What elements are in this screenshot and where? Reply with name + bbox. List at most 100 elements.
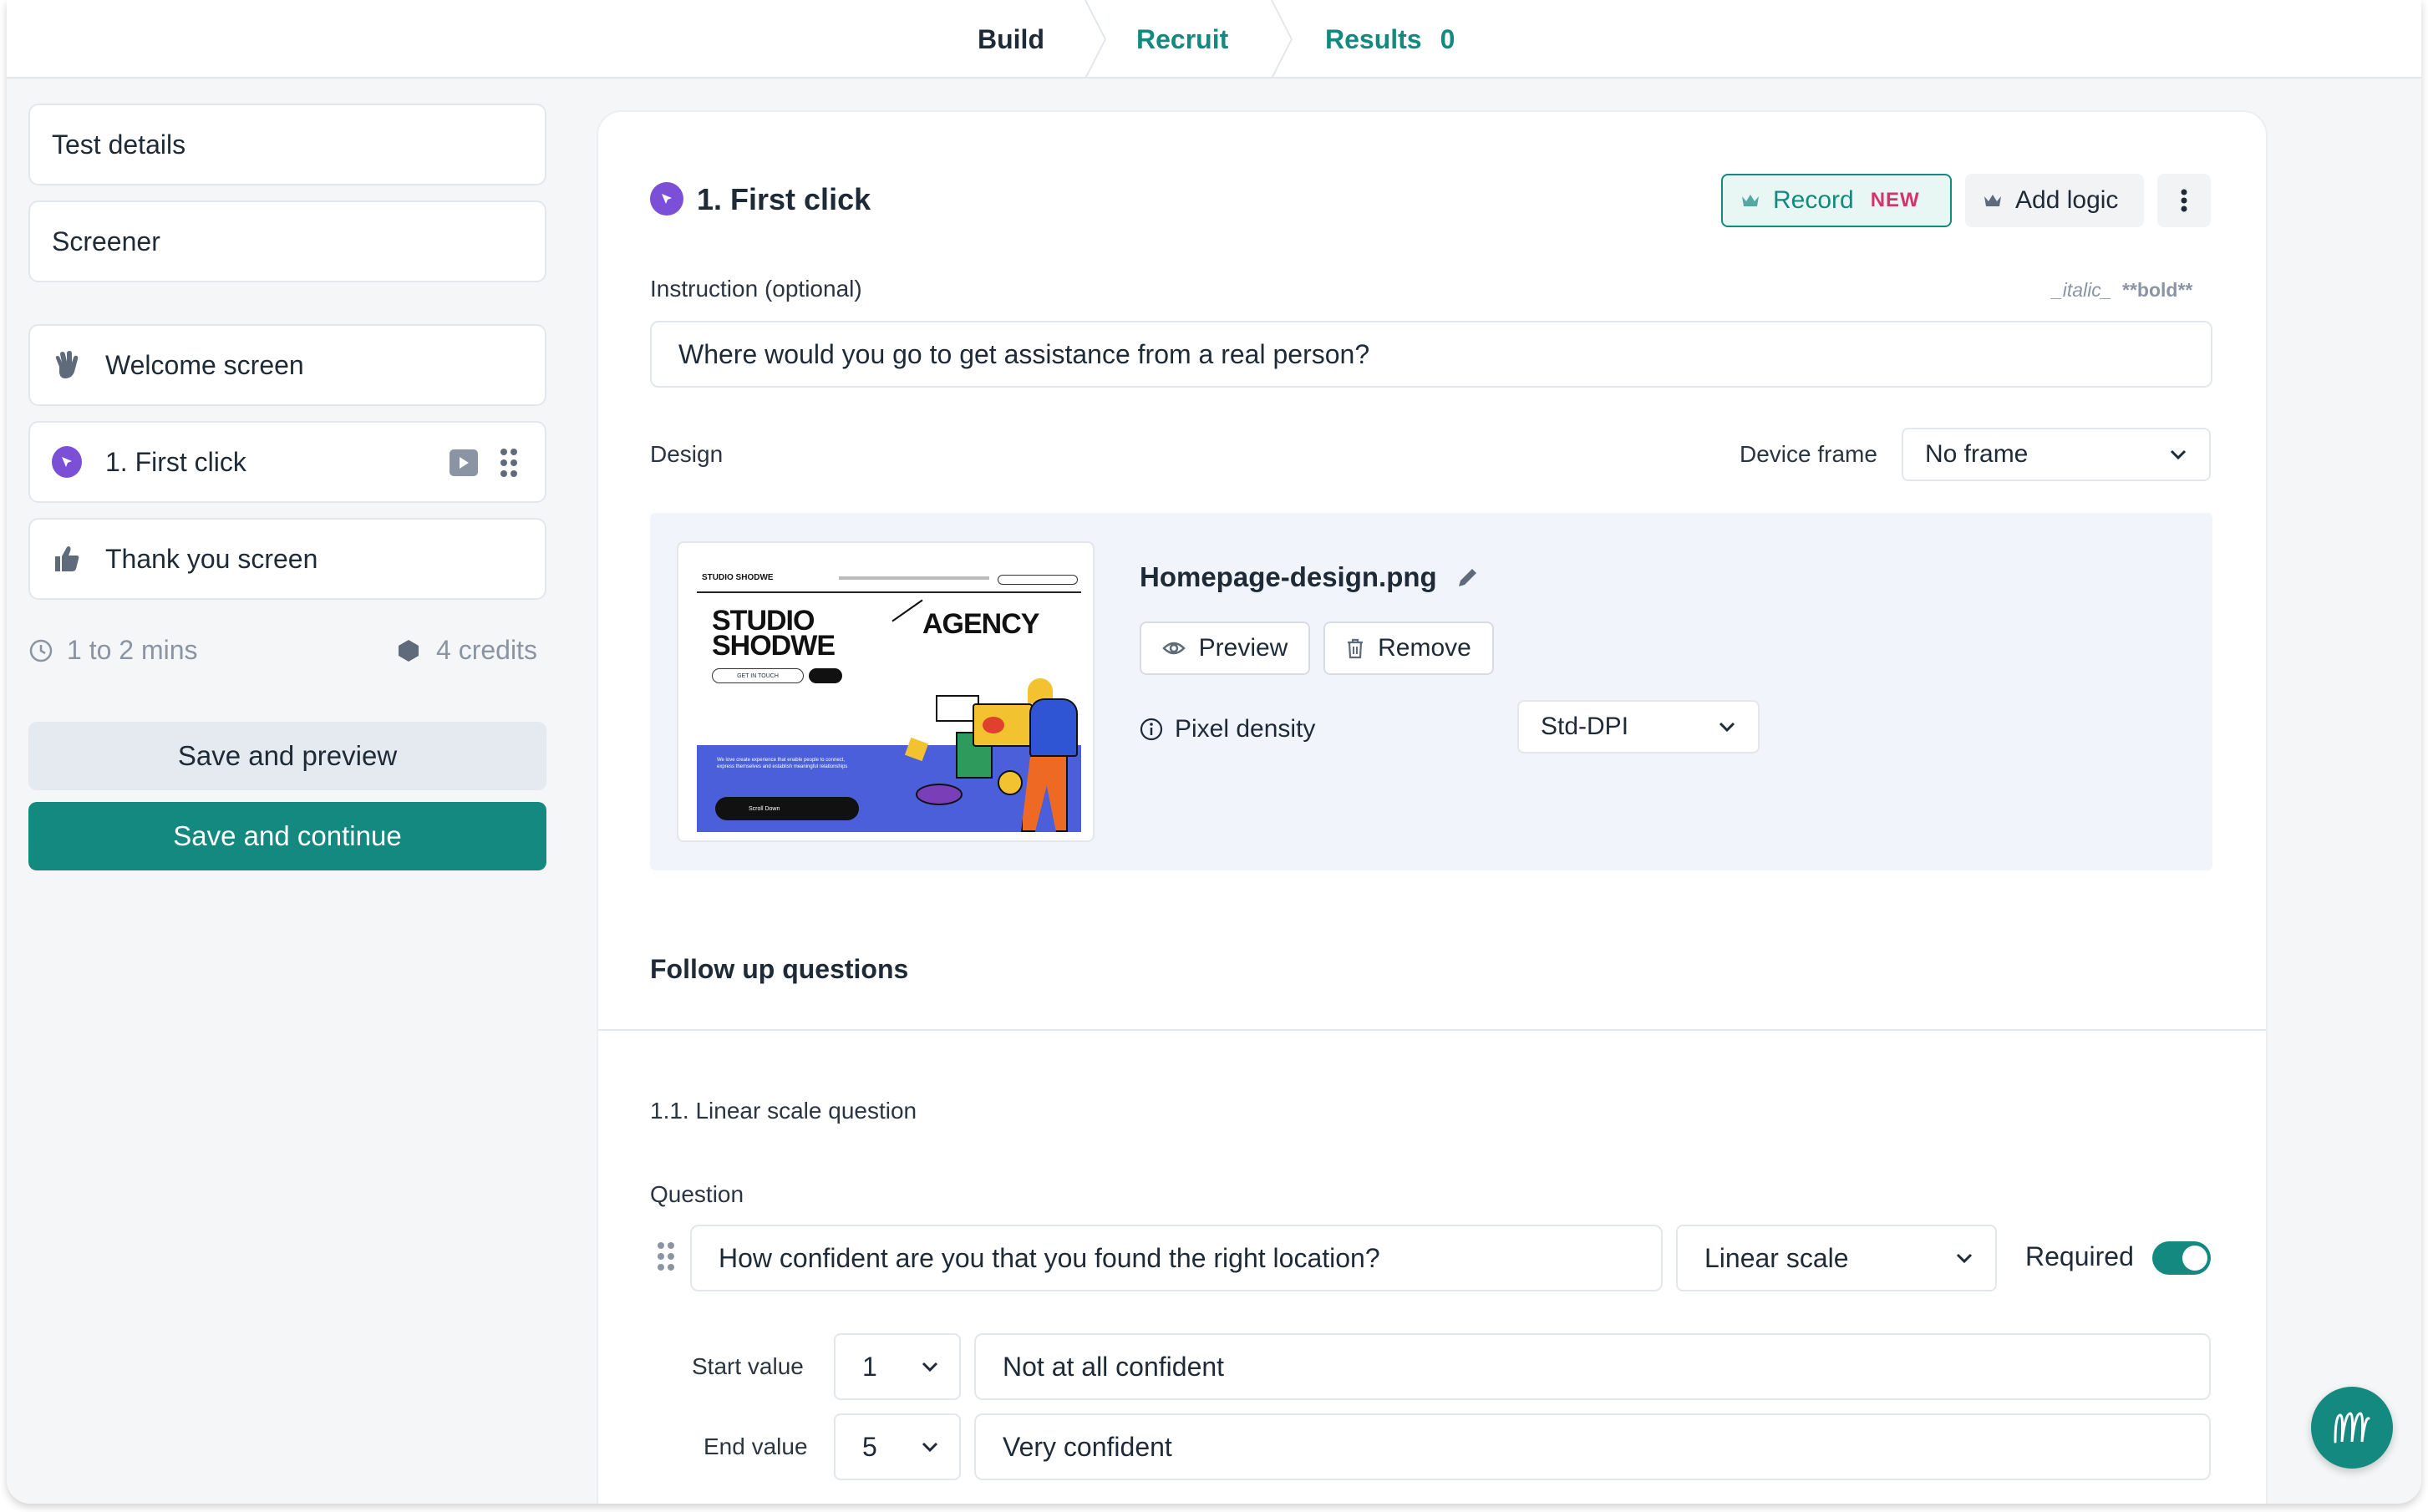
- thumb-red-dot: [983, 717, 1004, 733]
- tab-recruit-label: Recruit: [1136, 23, 1229, 54]
- sidebar-item-first-click[interactable]: 1. First click: [28, 421, 546, 503]
- device-frame-select[interactable]: No frame: [1902, 428, 2211, 481]
- device-frame-label: Device frame: [1740, 441, 1877, 467]
- sidebar-item-welcome-screen[interactable]: Welcome screen: [28, 324, 546, 406]
- thumb-search: [998, 575, 1078, 585]
- end-value: 5: [862, 1431, 877, 1462]
- preview-button[interactable]: Preview: [1140, 622, 1310, 675]
- instruction-value: Where would you go to get assistance fro…: [678, 338, 1370, 369]
- thumb-blurb: We love create experience that enable pe…: [717, 758, 848, 769]
- trash-icon: [1348, 638, 1364, 659]
- design-label: Design: [650, 441, 724, 467]
- tab-results-label: Results: [1325, 23, 1422, 54]
- chat-logo-icon: [2334, 1412, 2370, 1444]
- chevron-right-icon: [1271, 0, 1293, 79]
- format-hint-bold: **bold**: [2122, 279, 2193, 301]
- chat-launcher[interactable]: [2311, 1387, 2393, 1469]
- question-label: Question: [650, 1181, 744, 1207]
- sidebar-item-label: Test details: [52, 129, 186, 160]
- remove-button[interactable]: Remove: [1323, 622, 1494, 675]
- thumb-headline-left-2: SHODWE: [712, 630, 836, 662]
- thumb-disc: [916, 784, 963, 805]
- new-badge: NEW: [1870, 189, 1920, 211]
- save-and-continue-label: Save and continue: [173, 820, 402, 851]
- question-type-value: Linear scale: [1704, 1242, 1849, 1273]
- chevron-down-icon: [922, 1362, 938, 1372]
- add-logic-label: Add logic: [2015, 186, 2119, 214]
- add-logic-button[interactable]: Add logic: [1965, 174, 2144, 227]
- clock-icon: [29, 639, 53, 662]
- start-value-label: Start value: [692, 1353, 804, 1379]
- sidebar-item-label: Screener: [52, 226, 160, 256]
- start-label-input[interactable]: Not at all confident: [974, 1333, 2211, 1400]
- record-label: Record: [1773, 186, 1854, 214]
- crown-icon: [1742, 195, 1759, 206]
- pointer-icon: [650, 182, 683, 216]
- save-and-preview-button[interactable]: Save and preview: [28, 722, 546, 790]
- sidebar-item-label: 1. First click: [105, 446, 246, 477]
- wave-hand-icon: [52, 350, 82, 380]
- task-title: 1. First click: [697, 182, 871, 216]
- instruction-input[interactable]: Where would you go to get assistance fro…: [650, 321, 2212, 388]
- credits-text: 4 credits: [436, 635, 537, 665]
- device-frame-value: No frame: [1925, 440, 2029, 468]
- pixel-density-text: Pixel density: [1175, 715, 1316, 743]
- tab-build[interactable]: Build: [978, 0, 1044, 79]
- duration-estimate: 1 to 2 mins: [28, 635, 198, 666]
- thumb-headline-left: STUDIO SHODWE: [712, 606, 836, 662]
- sidebar-item-screener[interactable]: Screener: [28, 200, 546, 282]
- task-editor-panel: 1. First click Record NEW Add logic Inst…: [597, 110, 2268, 1504]
- more-vertical-icon: [2181, 189, 2187, 212]
- sidebar-item-thank-you[interactable]: Thank you screen: [28, 518, 546, 600]
- thumb-slash: [891, 599, 923, 622]
- more-options-button[interactable]: [2157, 174, 2211, 227]
- save-and-preview-label: Save and preview: [177, 740, 398, 771]
- file-name: Homepage-design.png: [1140, 561, 1481, 593]
- credits-estimate: 4 credits: [396, 635, 537, 666]
- tab-results[interactable]: Results 0: [1325, 0, 1455, 79]
- thumb-smiley: [998, 770, 1023, 795]
- pixel-density-select[interactable]: Std-DPI: [1517, 700, 1760, 753]
- preview-label: Preview: [1198, 634, 1288, 662]
- toggle-knob: [2182, 1246, 2207, 1271]
- app-window: Build Recruit Results 0 Test details Scr…: [7, 0, 2421, 1504]
- question-type-select[interactable]: Linear scale: [1676, 1225, 1997, 1291]
- results-count: 0: [1440, 23, 1455, 54]
- end-value-label: End value: [704, 1433, 808, 1459]
- record-button[interactable]: Record NEW: [1721, 174, 1952, 227]
- sidebar-item-test-details[interactable]: Test details: [28, 104, 546, 185]
- chevron-down-icon: [1719, 722, 1735, 733]
- sidebar-item-label: Thank you screen: [105, 543, 318, 574]
- tab-recruit[interactable]: Recruit: [1136, 0, 1228, 79]
- section-divider: [598, 1029, 2266, 1031]
- pixel-density-label: Pixel density: [1140, 715, 1315, 743]
- thumb-brand: STUDIO SHODWE: [702, 573, 774, 582]
- question-input[interactable]: How confident are you that you found the…: [690, 1225, 1663, 1291]
- play-icon[interactable]: [450, 449, 478, 476]
- end-label-input[interactable]: Very confident: [974, 1413, 2211, 1480]
- file-name-text: Homepage-design.png: [1140, 561, 1437, 592]
- eye-icon: [1161, 642, 1186, 655]
- start-value: 1: [862, 1351, 877, 1382]
- design-thumbnail[interactable]: STUDIO SHODWE STUDIO SHODWE AGENCY GET IN…: [677, 541, 1095, 842]
- question-type-title: 1.1. Linear scale question: [650, 1098, 917, 1124]
- start-value-select[interactable]: 1: [834, 1333, 961, 1400]
- sidebar-item-label: Welcome screen: [105, 349, 304, 380]
- thumbs-up-icon: [52, 544, 82, 574]
- design-upload-area: STUDIO SHODWE STUDIO SHODWE AGENCY GET IN…: [650, 513, 2212, 870]
- thumb-person-body: [1029, 698, 1078, 757]
- pencil-icon[interactable]: [1455, 565, 1481, 590]
- required-toggle[interactable]: [2152, 1241, 2211, 1275]
- save-and-continue-button[interactable]: Save and continue: [28, 802, 546, 870]
- end-value-select[interactable]: 5: [834, 1413, 961, 1480]
- thumb-headline-right: AGENCY: [922, 608, 1039, 640]
- info-icon: [1140, 718, 1163, 741]
- credit-icon: [399, 639, 419, 662]
- drag-handle-icon[interactable]: [500, 448, 518, 485]
- step-navigation: Build Recruit Results 0: [7, 0, 2421, 79]
- drag-handle-icon[interactable]: [657, 1241, 675, 1276]
- chevron-down-icon: [1956, 1253, 1973, 1264]
- start-label-value: Not at all confident: [1003, 1351, 1225, 1382]
- format-hint: _italic_ **bold**: [2052, 279, 2192, 302]
- crown-icon: [1984, 195, 2001, 206]
